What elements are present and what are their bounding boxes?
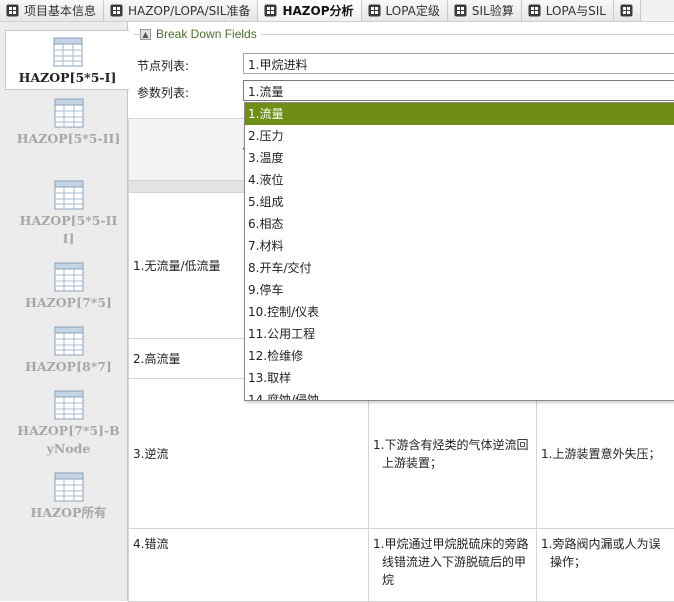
table-grid-icon [54, 98, 84, 128]
table-grid-icon [54, 180, 84, 210]
module-icon [6, 4, 19, 17]
dropdown-option[interactable]: 3.温度 [245, 147, 674, 169]
breakdown-legend[interactable]: ▲ Break Down Fields [140, 27, 261, 41]
sidebar-item-label: HAZOP[7*5]-ByNode [17, 422, 121, 458]
module-icon [454, 4, 467, 17]
sidebar-item-hazop-all[interactable]: HAZOP所有 [5, 472, 132, 522]
sidebar-item-hazop-5x5-i[interactable]: HAZOP[5*5-I] [5, 30, 129, 90]
table-grid-icon [54, 390, 84, 420]
tab-lopa-rating[interactable]: LOPA定级 [362, 0, 448, 21]
sidebar-item-hazop-7x5[interactable]: HAZOP[7*5] [5, 262, 132, 312]
module-icon [264, 4, 277, 17]
breakdown-legend-text: Break Down Fields [156, 27, 257, 41]
sidebar-item-label: HAZOP[5*5-II] [17, 130, 121, 148]
param-select[interactable]: 1.流量 [243, 80, 674, 101]
dropdown-option[interactable]: 2.压力 [245, 125, 674, 147]
cause-cell[interactable]: 1.甲烷通过甲烷脱硫床的旁路线错流进入下游脱硫后的甲烷 [369, 529, 537, 602]
sidebar-item-label: HAZOP[5*5-I] [16, 69, 120, 87]
dropdown-option[interactable]: 13.取样 [245, 367, 674, 389]
dropdown-option[interactable]: 8.开车/交付 [245, 257, 674, 279]
tab-label: LOPA与SIL [546, 2, 606, 19]
table-row[interactable]: 4.错流 1.甲烷通过甲烷脱硫床的旁路线错流进入下游脱硫后的甲烷 1.旁路阀内漏… [129, 529, 674, 602]
dropdown-option[interactable]: 1.流量 [245, 103, 674, 125]
param-select-value: 1.流量 [248, 85, 283, 99]
tab-hazop-lopa-sil-prep[interactable]: HAZOP/LOPA/SIL准备 [104, 0, 258, 21]
table-grid-icon [54, 262, 84, 292]
node-list-label: 节点列表: [137, 57, 189, 74]
cause-cell[interactable]: 1.下游含有烃类的气体逆流回上游装置； [369, 379, 537, 529]
deviation-cell[interactable]: 3.逆流 [129, 379, 369, 529]
sidebar-item-label: HAZOP所有 [17, 504, 121, 522]
sidebar-item-label: HAZOP[8*7] [17, 358, 121, 376]
param-dropdown-list[interactable]: 1.流量 2.压力 3.温度 4.液位 5.组成 6.相态 7.材料 8.开车/… [244, 102, 674, 401]
sidebar-item-hazop-8x7[interactable]: HAZOP[8*7] [5, 326, 132, 376]
module-icon [620, 4, 633, 17]
tab-label: 项目基本信息 [24, 2, 96, 19]
table-grid-icon [53, 37, 83, 67]
table-grid-icon [54, 472, 84, 502]
table-grid-icon [54, 326, 84, 356]
consequence-cell[interactable]: 1.旁路阀内漏或人为误操作； [537, 529, 674, 602]
sidebar-item-hazop-7x5-bynode[interactable]: HAZOP[7*5]-ByNode [5, 390, 132, 458]
tab-label: SIL验算 [472, 2, 514, 19]
sidebar: HAZOP[5*5-I] HAZOP[5*5-II] HAZOP[5*5-III… [0, 22, 128, 601]
dropdown-option[interactable]: 12.检维修 [245, 345, 674, 367]
param-list-label: 参数列表: [137, 84, 189, 101]
sidebar-item-label: HAZOP[5*5-III] [17, 212, 121, 248]
tab-project-info[interactable]: 项目基本信息 [0, 0, 104, 21]
dropdown-option[interactable]: 5.组成 [245, 191, 674, 213]
tab-sil-verification[interactable]: SIL验算 [448, 0, 522, 21]
top-tab-bar: 项目基本信息 HAZOP/LOPA/SIL准备 HAZOP分析 LOPA定级 S… [0, 0, 674, 22]
tab-label: LOPA定级 [386, 2, 440, 19]
sidebar-item-hazop-5x5-ii[interactable]: HAZOP[5*5-II] [5, 98, 132, 148]
dropdown-option[interactable]: 7.材料 [245, 235, 674, 257]
dropdown-option[interactable]: 14.腐蚀/侵蚀 [245, 389, 674, 401]
collapse-toggle-icon[interactable]: ▲ [140, 29, 151, 40]
module-icon [528, 4, 541, 17]
dropdown-option[interactable]: 10.控制/仪表 [245, 301, 674, 323]
tab-overflow[interactable] [614, 0, 641, 21]
sidebar-item-label: HAZOP[7*5] [17, 294, 121, 312]
deviation-cell[interactable]: 4.错流 [129, 529, 369, 602]
node-select[interactable]: 1.甲烷进料 [243, 53, 674, 74]
dropdown-option[interactable]: 4.液位 [245, 169, 674, 191]
dropdown-option[interactable]: 11.公用工程 [245, 323, 674, 345]
dropdown-option[interactable]: 6.相态 [245, 213, 674, 235]
tab-label: HAZOP分析 [282, 2, 353, 19]
tab-label: HAZOP/LOPA/SIL准备 [128, 2, 250, 19]
sidebar-item-hazop-5x5-iii[interactable]: HAZOP[5*5-III] [5, 180, 132, 248]
tab-hazop-analysis[interactable]: HAZOP分析 [258, 0, 361, 21]
tab-lopa-and-sil[interactable]: LOPA与SIL [522, 0, 614, 21]
dropdown-option[interactable]: 9.停车 [245, 279, 674, 301]
table-row[interactable]: 3.逆流 1.下游含有烃类的气体逆流回上游装置； 1.上游装置意外失压； [129, 379, 674, 529]
consequence-cell[interactable]: 1.上游装置意外失压； [537, 379, 674, 529]
module-icon [110, 4, 123, 17]
module-icon [368, 4, 381, 17]
node-select-value: 1.甲烷进料 [248, 58, 307, 72]
